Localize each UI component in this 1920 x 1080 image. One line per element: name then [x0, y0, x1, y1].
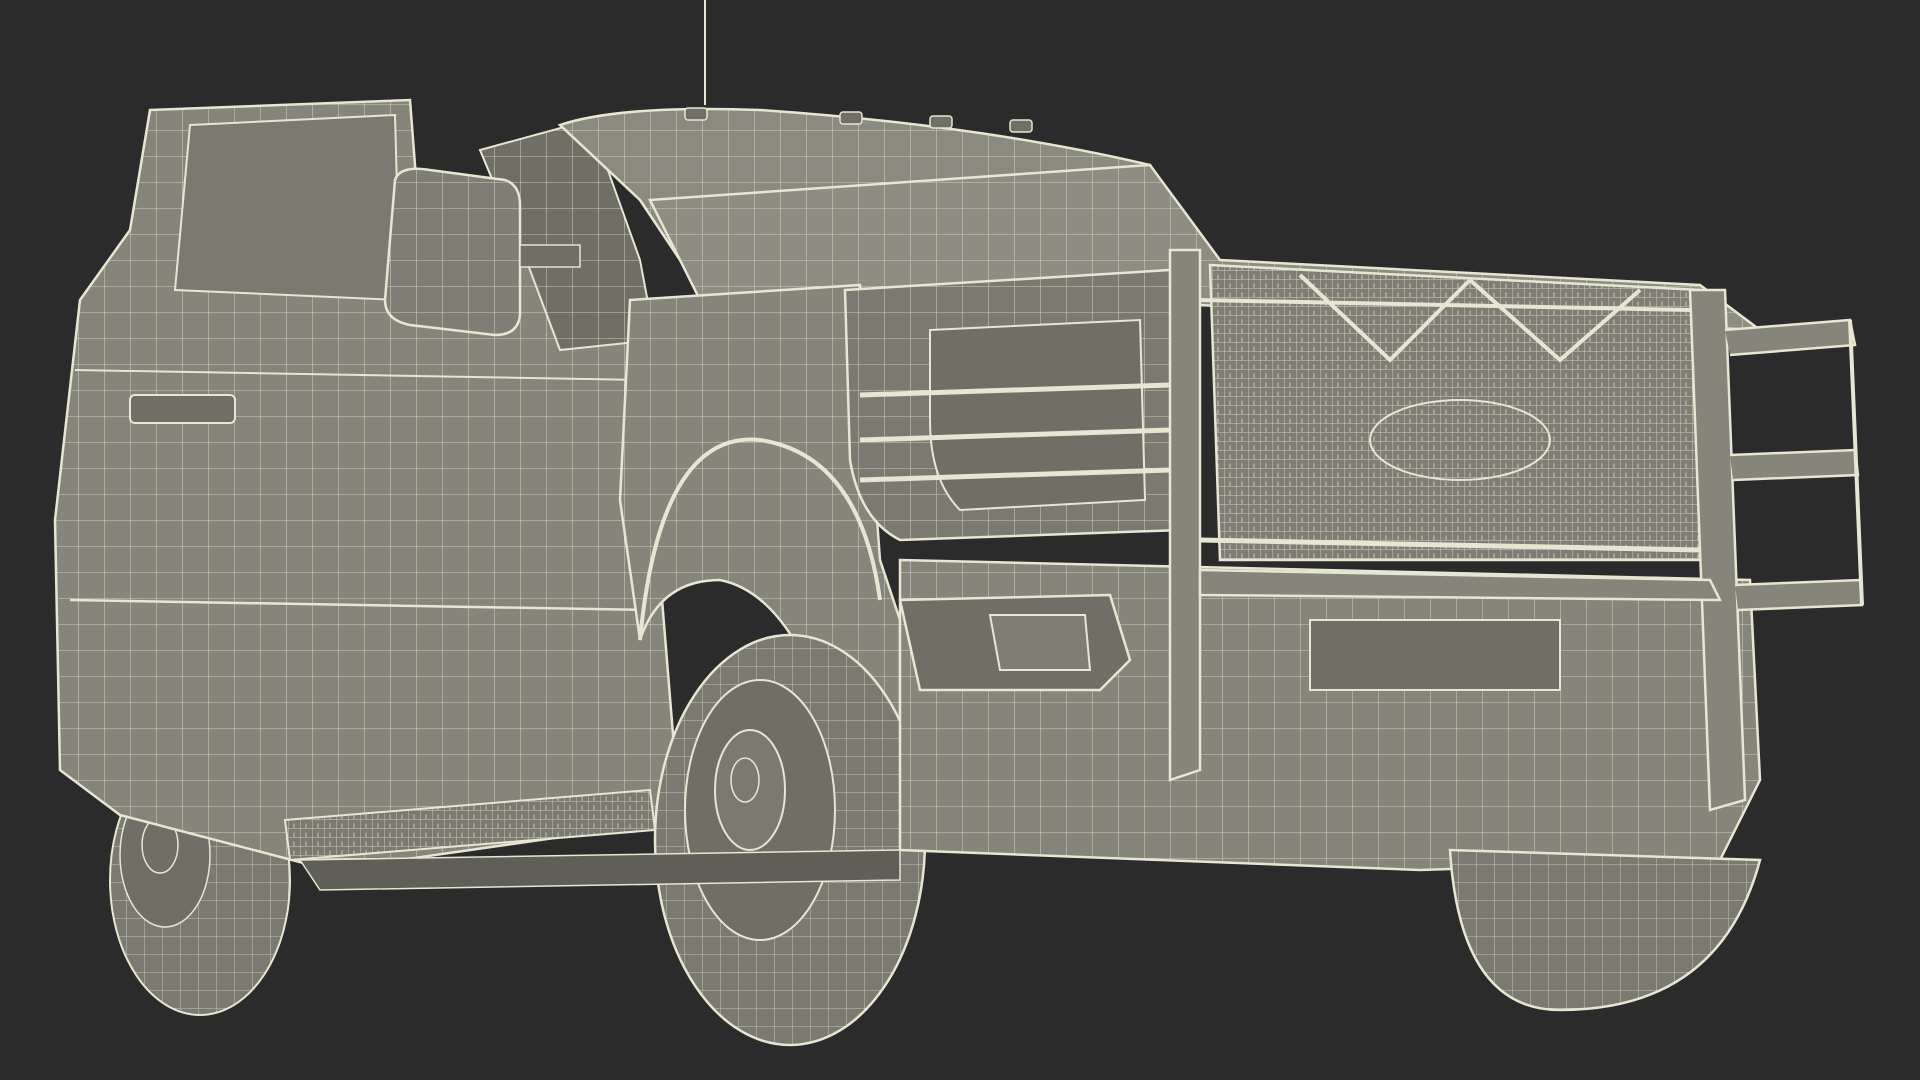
headlight — [843, 268, 1182, 542]
fog-light — [898, 593, 1132, 692]
front-right-wheel — [1448, 848, 1762, 1012]
render-viewport — [0, 0, 1920, 1080]
front-wheel — [653, 633, 927, 1047]
wireframe-truck-render — [53, 0, 1864, 1047]
door-handle — [129, 394, 236, 424]
